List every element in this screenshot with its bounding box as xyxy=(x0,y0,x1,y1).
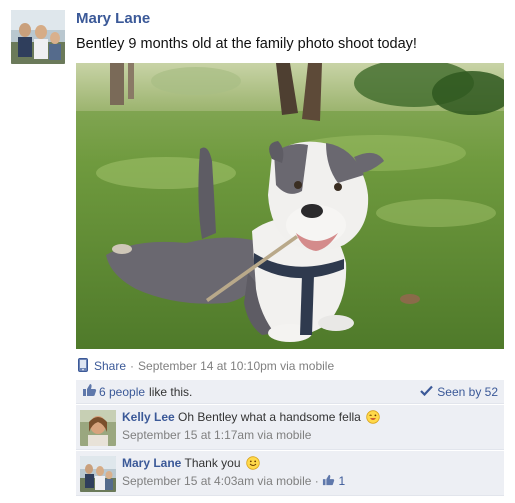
comment-timestamp[interactable]: September 15 at 1:17am via mobile xyxy=(122,426,380,444)
comment-separator: · xyxy=(314,474,319,488)
likers-link[interactable]: 6 people xyxy=(99,385,145,399)
thumbs-up-icon xyxy=(82,383,97,400)
comment-body: Mary Lane Thank you September 15 at 4:03… xyxy=(122,454,345,491)
commenter-avatar[interactable] xyxy=(80,410,116,446)
comment-text: Oh Bentley what a handsome fella xyxy=(178,410,361,424)
likes-row: 6 people like this. Seen by 52 xyxy=(76,380,504,404)
comment-item: Kelly Lee Oh Bentley what a handsome fel… xyxy=(76,404,504,450)
comment-author[interactable]: Kelly Lee xyxy=(122,410,175,424)
seen-by[interactable]: Seen by 52 xyxy=(420,385,498,399)
checkmark-icon xyxy=(420,385,434,399)
comment-text: Thank you xyxy=(184,456,241,470)
post-photo[interactable] xyxy=(76,63,504,349)
post-timestamp[interactable]: September 14 at 10:10pm via mobile xyxy=(138,359,334,373)
post-author-name[interactable]: Mary Lane xyxy=(76,10,150,27)
smile-face-emoji-icon xyxy=(246,456,260,470)
commenter-avatar[interactable] xyxy=(80,456,116,492)
likes-suffix: like this. xyxy=(149,384,193,399)
meta-separator: · xyxy=(130,359,135,373)
comment-body: Kelly Lee Oh Bentley what a handsome fel… xyxy=(122,408,380,444)
comment-item: Mary Lane Thank you September 15 at 4:03… xyxy=(76,450,504,496)
comment-timestamp[interactable]: September 15 at 4:03am via mobile xyxy=(122,474,311,488)
comment-like-count[interactable]: 1 xyxy=(338,474,345,488)
seen-by-label: Seen by 52 xyxy=(437,384,498,399)
author-avatar[interactable] xyxy=(11,10,65,64)
post-text: Bentley 9 months old at the family photo… xyxy=(76,36,417,52)
share-link[interactable]: Share xyxy=(94,359,126,373)
wink-face-emoji-icon xyxy=(366,410,380,424)
feedback-panel: 6 people like this. Seen by 52 Kelly Lee… xyxy=(76,380,504,496)
mobile-phone-icon xyxy=(78,357,88,375)
post-meta: Share · September 14 at 10:10pm via mobi… xyxy=(78,357,334,375)
comment-author[interactable]: Mary Lane xyxy=(122,456,181,470)
comment-like-thumbs-up-icon[interactable] xyxy=(322,473,335,491)
